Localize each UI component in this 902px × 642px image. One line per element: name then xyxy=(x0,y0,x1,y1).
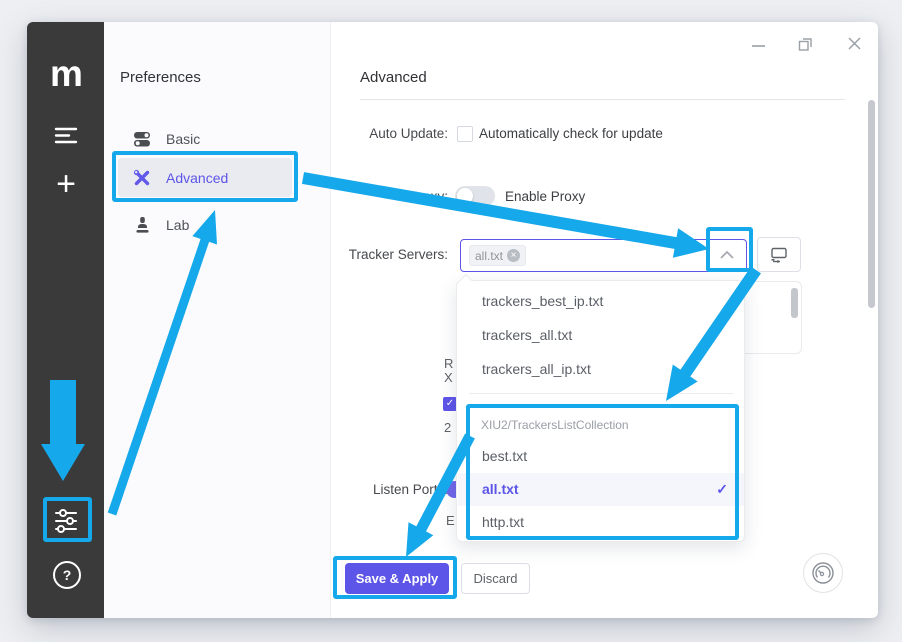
close-icon[interactable] xyxy=(846,35,863,52)
auto-update-label: Auto Update: xyxy=(330,126,448,141)
help-icon[interactable]: ? xyxy=(53,561,81,589)
discard-button[interactable]: Discard xyxy=(461,563,530,594)
speed-limit-button[interactable] xyxy=(803,553,843,593)
sync-tracker-icon xyxy=(769,246,789,264)
annotation-box-save xyxy=(333,556,457,599)
listen-ports-label: Listen Ports: xyxy=(330,482,448,497)
toggles-icon xyxy=(132,129,152,149)
annotation-box-group xyxy=(466,404,739,540)
screen: m + ? Preferences Basic xyxy=(0,0,902,642)
annotation-box-advanced xyxy=(112,151,298,202)
motrix-logo: m xyxy=(47,54,85,94)
selected-tag-label: all.txt xyxy=(475,249,503,263)
obscured-text-fragment: X xyxy=(444,370,453,385)
selected-tag: all.txt × xyxy=(469,245,526,266)
sidebar-item-label: Lab xyxy=(166,217,189,233)
tag-close-icon[interactable]: × xyxy=(507,249,520,262)
obscured-checked-checkbox: ✓ xyxy=(443,397,457,411)
page-title: Advanced xyxy=(360,69,427,86)
sidebar-item-label: Basic xyxy=(166,131,200,147)
restore-icon[interactable] xyxy=(797,36,814,53)
dropdown-option[interactable]: trackers_all.txt xyxy=(458,319,744,352)
textarea-scrollbar[interactable] xyxy=(791,288,798,318)
dropdown-option[interactable]: trackers_best_ip.txt xyxy=(458,285,744,318)
main-scrollbar[interactable] xyxy=(868,100,875,308)
title-divider xyxy=(360,99,845,100)
tracker-servers-select[interactable]: all.txt × xyxy=(460,239,747,272)
auto-update-option-label: Automatically check for update xyxy=(479,126,663,141)
speed-limit-icon xyxy=(811,561,835,585)
task-list-icon[interactable] xyxy=(54,127,78,144)
preferences-title: Preferences xyxy=(120,69,201,86)
proxy-option-label: Enable Proxy xyxy=(505,189,585,204)
dropdown-divider xyxy=(469,393,733,394)
obscured-text-fragment: 2 xyxy=(444,420,451,435)
preferences-panel xyxy=(104,22,331,618)
annotation-box-chevron xyxy=(706,227,753,272)
tracker-servers-label: Tracker Servers: xyxy=(330,247,448,262)
toggle-knob xyxy=(457,188,473,204)
proxy-label: Proxy: xyxy=(330,189,448,204)
obscured-text-fragment: R xyxy=(444,356,453,371)
obscured-text-fragment: E xyxy=(446,513,455,528)
add-task-icon[interactable]: + xyxy=(51,166,81,202)
proxy-toggle[interactable] xyxy=(455,186,495,206)
sidebar-item-lab[interactable]: Lab xyxy=(118,206,292,244)
auto-update-checkbox[interactable] xyxy=(457,126,473,142)
lab-icon xyxy=(132,215,152,235)
sync-tracker-button[interactable] xyxy=(757,237,801,272)
minimize-icon[interactable] xyxy=(750,40,768,50)
annotation-box-preferences-icon xyxy=(43,497,92,542)
dropdown-option[interactable]: trackers_all_ip.txt xyxy=(458,353,744,386)
